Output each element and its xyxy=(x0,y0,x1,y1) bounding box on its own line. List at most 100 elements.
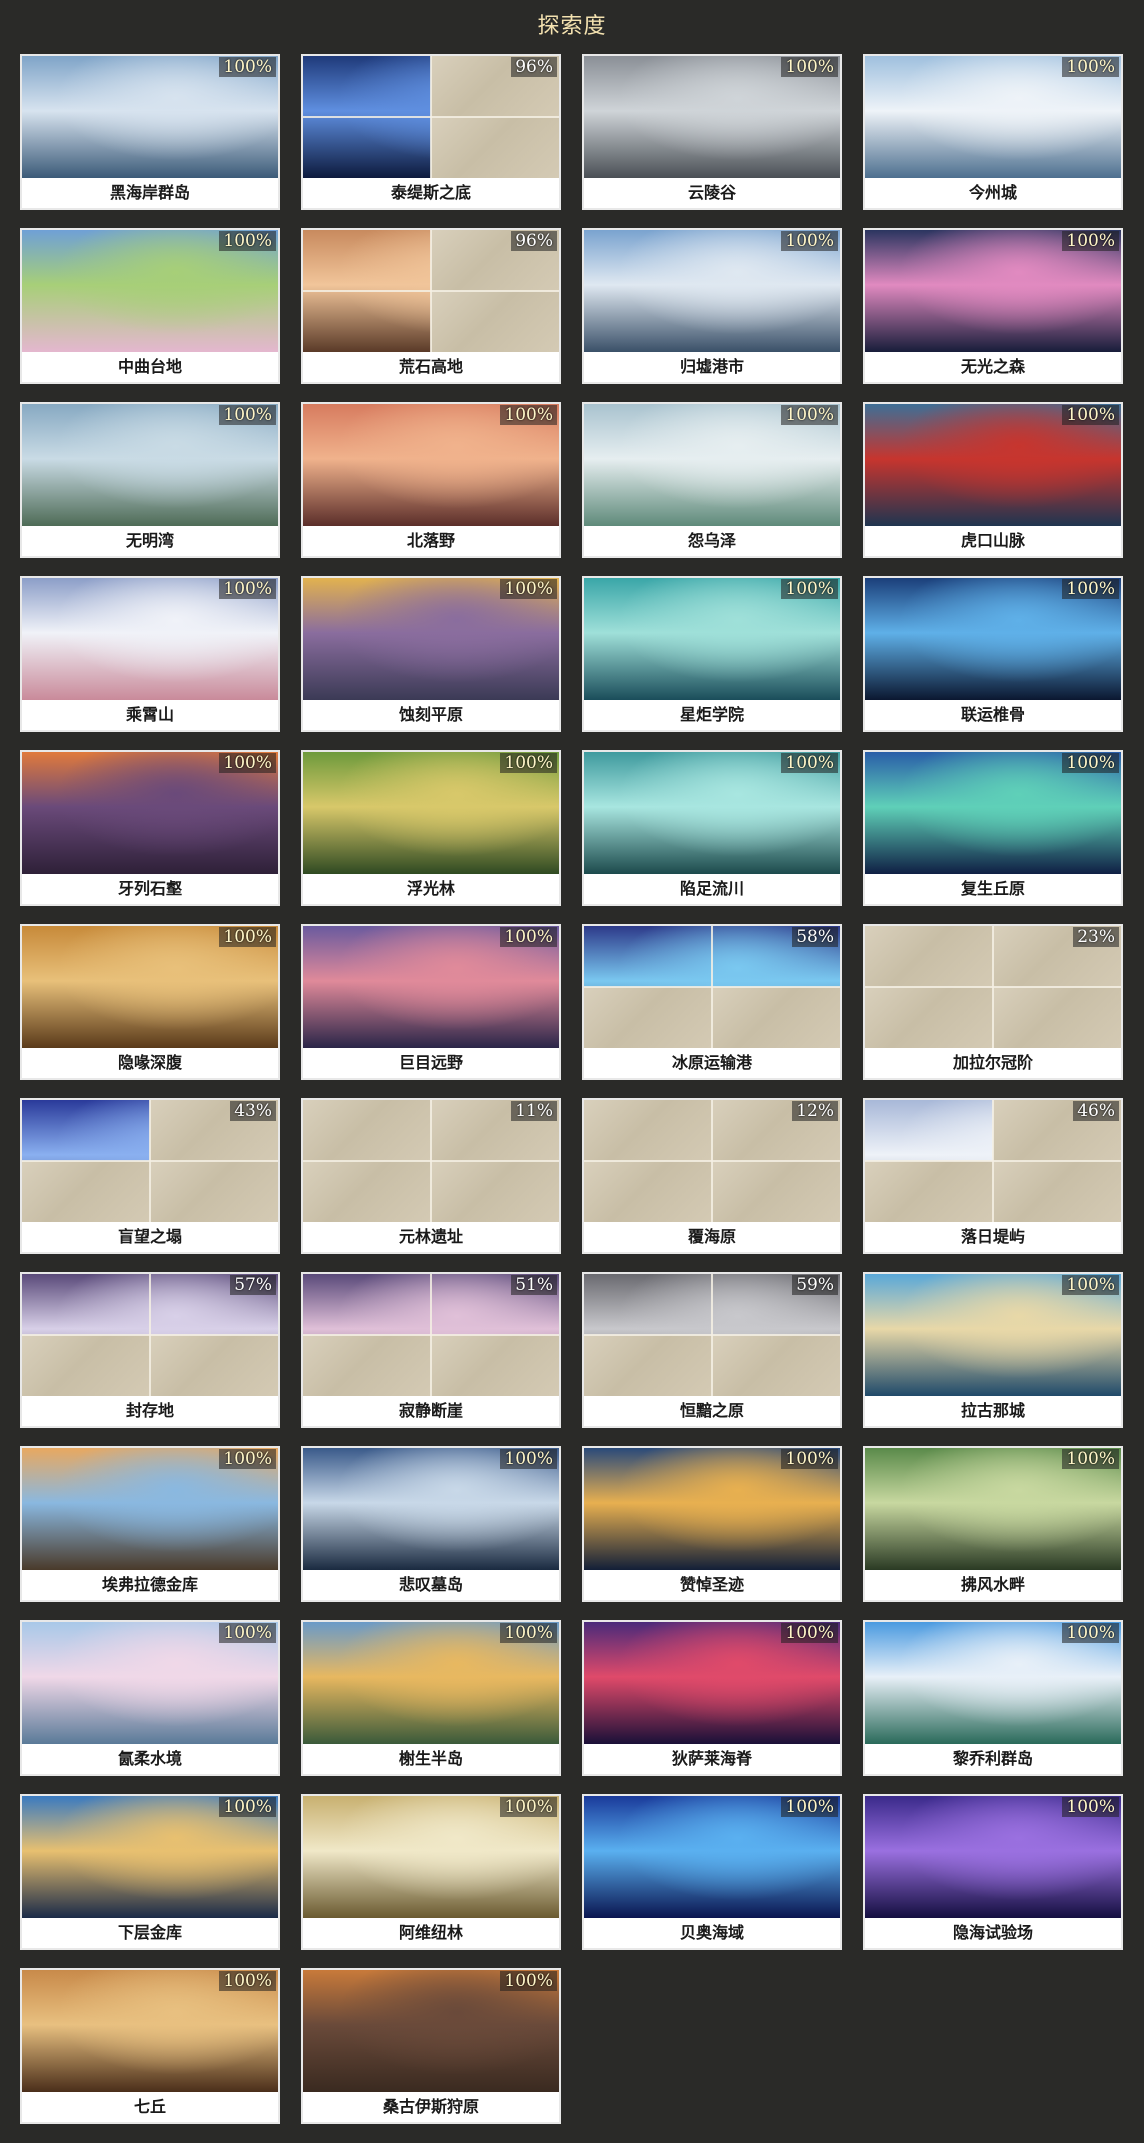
region-card[interactable]: 59% 恒黯之原 xyxy=(582,1272,842,1428)
region-card[interactable]: 100% 乘霄山 xyxy=(20,576,280,732)
region-card[interactable]: 100% 隐海试验场 xyxy=(863,1794,1123,1950)
exploration-percent: 100% xyxy=(1062,1797,1119,1817)
fog-cover xyxy=(712,1335,840,1396)
region-card[interactable]: 100% 无明湾 xyxy=(20,402,280,558)
region-card[interactable]: 100% 巨目远野 xyxy=(301,924,561,1080)
region-card[interactable]: 100% 联运椎骨 xyxy=(863,576,1123,732)
region-thumbnail: 100% xyxy=(303,1448,559,1570)
fog-cover xyxy=(22,1335,150,1396)
region-name: 桑古伊斯狩原 xyxy=(303,2092,559,2122)
region-thumbnail: 100% xyxy=(865,230,1121,352)
region-card[interactable]: 100% 今州城 xyxy=(863,54,1123,210)
fog-cover xyxy=(303,1100,431,1161)
exploration-percent: 100% xyxy=(781,1449,838,1469)
region-card[interactable]: 100% 星炬学院 xyxy=(582,576,842,732)
region-card[interactable]: 43% 盲望之塌 xyxy=(20,1098,280,1254)
region-thumbnail: 100% xyxy=(865,56,1121,178)
region-card[interactable]: 100% 虎口山脉 xyxy=(863,402,1123,558)
region-name: 贝奥海域 xyxy=(584,1918,840,1948)
fog-cover xyxy=(712,987,840,1048)
region-card[interactable]: 100% 氤柔水境 xyxy=(20,1620,280,1776)
region-card[interactable]: 100% 贝奥海域 xyxy=(582,1794,842,1950)
region-card[interactable]: 100% 阿维纽林 xyxy=(301,1794,561,1950)
exploration-percent: 100% xyxy=(781,753,838,773)
region-thumbnail: 100% xyxy=(22,56,278,178)
region-name: 拂风水畔 xyxy=(865,1570,1121,1600)
fog-cover xyxy=(303,1161,431,1222)
region-card[interactable]: 100% 浮光林 xyxy=(301,750,561,906)
region-name: 氤柔水境 xyxy=(22,1744,278,1774)
region-card[interactable]: 100% 悲叹墓岛 xyxy=(301,1446,561,1602)
region-name: 巨目远野 xyxy=(303,1048,559,1078)
region-card[interactable]: 100% 隐喙深腹 xyxy=(20,924,280,1080)
region-card[interactable]: 100% 赞悼圣迹 xyxy=(582,1446,842,1602)
region-name: 狄萨莱海脊 xyxy=(584,1744,840,1774)
exploration-percent: 100% xyxy=(1062,579,1119,599)
map-grid-line xyxy=(303,290,559,292)
region-card[interactable]: 51% 寂静断崖 xyxy=(301,1272,561,1428)
region-card[interactable]: 57% 封存地 xyxy=(20,1272,280,1428)
region-thumbnail: 100% xyxy=(303,578,559,700)
region-card[interactable]: 46% 落日堤屿 xyxy=(863,1098,1123,1254)
region-card[interactable]: 100% 黑海岸群岛 xyxy=(20,54,280,210)
region-thumbnail: 100% xyxy=(22,1448,278,1570)
region-name: 浮光林 xyxy=(303,874,559,904)
region-card[interactable]: 100% 七丘 xyxy=(20,1968,280,2124)
region-card[interactable]: 100% 拂风水畔 xyxy=(863,1446,1123,1602)
region-card[interactable]: 100% 埃弗拉德金库 xyxy=(20,1446,280,1602)
region-card[interactable]: 23% 加拉尔冠阶 xyxy=(863,924,1123,1080)
region-name: 寂静断崖 xyxy=(303,1396,559,1426)
exploration-percent: 100% xyxy=(1062,405,1119,425)
region-thumbnail: 100% xyxy=(584,578,840,700)
exploration-percent: 100% xyxy=(500,1623,557,1643)
region-card[interactable]: 100% 陷足流川 xyxy=(582,750,842,906)
region-thumbnail: 100% xyxy=(584,56,840,178)
exploration-percent: 100% xyxy=(1062,1275,1119,1295)
map-grid-line xyxy=(584,1160,840,1162)
exploration-percent: 100% xyxy=(1062,231,1119,251)
exploration-percent: 100% xyxy=(219,231,276,251)
exploration-percent: 100% xyxy=(219,579,276,599)
region-card[interactable]: 100% 拉古那城 xyxy=(863,1272,1123,1428)
region-card[interactable]: 100% 蚀刻平原 xyxy=(301,576,561,732)
region-card[interactable]: 96% 荒石高地 xyxy=(301,228,561,384)
exploration-percent: 11% xyxy=(511,1101,557,1121)
region-card[interactable]: 12% 覆海原 xyxy=(582,1098,842,1254)
region-card[interactable]: 100% 北落野 xyxy=(301,402,561,558)
region-card[interactable]: 100% 归墟港市 xyxy=(582,228,842,384)
region-card[interactable]: 100% 桑古伊斯狩原 xyxy=(301,1968,561,2124)
exploration-percent: 100% xyxy=(219,1797,276,1817)
region-name: 下层金库 xyxy=(22,1918,278,1948)
region-card[interactable]: 100% 下层金库 xyxy=(20,1794,280,1950)
region-card[interactable]: 100% 复生丘原 xyxy=(863,750,1123,906)
region-thumbnail: 100% xyxy=(584,1796,840,1918)
map-grid-line xyxy=(865,1160,1121,1162)
region-card[interactable]: 58% 冰原运输港 xyxy=(582,924,842,1080)
region-card[interactable]: 100% 榭生半岛 xyxy=(301,1620,561,1776)
region-name: 牙列石壑 xyxy=(22,874,278,904)
exploration-percent: 100% xyxy=(781,1623,838,1643)
region-card[interactable]: 100% 云陵谷 xyxy=(582,54,842,210)
region-name: 赞悼圣迹 xyxy=(584,1570,840,1600)
region-card[interactable]: 100% 狄萨莱海脊 xyxy=(582,1620,842,1776)
region-thumbnail: 100% xyxy=(303,926,559,1048)
region-card[interactable]: 11% 元林遗址 xyxy=(301,1098,561,1254)
fog-cover xyxy=(431,291,559,352)
region-card[interactable]: 100% 中曲台地 xyxy=(20,228,280,384)
region-card[interactable]: 100% 怨乌泽 xyxy=(582,402,842,558)
region-name: 无光之森 xyxy=(865,352,1121,382)
region-name: 悲叹墓岛 xyxy=(303,1570,559,1600)
region-card[interactable]: 100% 黎乔利群岛 xyxy=(863,1620,1123,1776)
region-thumbnail: 23% xyxy=(865,926,1121,1048)
region-card[interactable]: 100% 牙列石壑 xyxy=(20,750,280,906)
region-thumbnail: 100% xyxy=(865,1622,1121,1744)
map-grid-line xyxy=(865,986,1121,988)
region-thumbnail: 59% xyxy=(584,1274,840,1396)
region-card[interactable]: 96% 泰缇斯之底 xyxy=(301,54,561,210)
exploration-percent: 57% xyxy=(230,1275,276,1295)
region-name: 埃弗拉德金库 xyxy=(22,1570,278,1600)
region-card[interactable]: 100% 无光之森 xyxy=(863,228,1123,384)
exploration-percent: 100% xyxy=(781,405,838,425)
region-name: 加拉尔冠阶 xyxy=(865,1048,1121,1078)
region-thumbnail: 100% xyxy=(22,1796,278,1918)
